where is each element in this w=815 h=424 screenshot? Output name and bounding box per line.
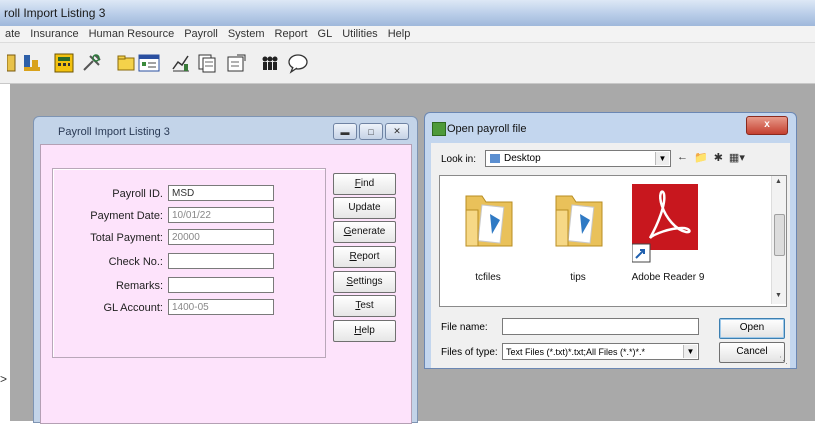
update-button[interactable]: Update [333,197,396,219]
new-folder-icon[interactable]: ✱ [714,151,723,164]
chart-icon[interactable] [169,51,193,75]
menu-bar: ate Insurance Human Resource Payroll System R… [0,26,815,43]
field-row-total-payment: Total Payment: 20000 [53,229,325,249]
menu-item-human-resource[interactable]: Human Resource [84,26,180,41]
scroll-thumb[interactable] [774,214,785,256]
arrow-icon: > [0,372,8,386]
chevron-down-icon[interactable]: ▼ [655,152,669,165]
help-button[interactable]: Help [333,320,396,342]
copy-icon[interactable] [195,51,219,75]
generate-button[interactable]: Generate [333,221,396,243]
resize-grip-icon[interactable]: ⋱ [779,355,788,366]
menu-item-payroll[interactable]: Payroll [179,26,223,41]
dialog-app-icon [432,122,446,136]
file-name-tips: tips [570,272,586,283]
maximize-button[interactable]: □ [359,123,383,140]
file-type-label: Files of type: [441,347,498,358]
back-icon[interactable]: ← [677,151,688,164]
menu-item-utilities[interactable]: Utilities [337,26,382,41]
field-row-check-no: Check No.: [53,253,325,273]
gl-account-input[interactable]: 1400-05 [168,299,274,315]
close-icon: ✕ [393,126,401,136]
dialog-title: Open payroll file [447,123,527,135]
dialog-body: Look in: Desktop ▼ ← 📁 ✱ ▦▾ tcfiles tips… [431,143,790,368]
gl-account-label: GL Account: [103,302,163,314]
calculator-icon[interactable] [52,51,76,75]
menu-item-system[interactable]: System [223,26,270,41]
close-button[interactable]: ✕ [385,123,409,140]
payroll-window-title: Payroll Import Listing 3 [58,126,170,138]
file-name-tcfiles: tcfiles [475,272,501,283]
up-folder-icon[interactable]: 📁 [694,151,708,164]
scroll-down-icon[interactable]: ▼ [775,292,782,299]
payment-date-label: Payment Date: [90,210,163,222]
open-file-dialog: Open payroll file x Look in: Desktop ▼ ←… [424,112,797,369]
report-button[interactable]: Report [333,246,396,268]
field-row-remarks: Remarks: [53,277,325,297]
menu-item-report[interactable]: Report [270,26,313,41]
file-name-input[interactable] [502,318,699,335]
check-no-input[interactable] [168,253,274,269]
view-menu-icon[interactable]: ▦▾ [729,151,745,164]
field-row-gl-account: GL Account: 1400-05 [53,299,325,319]
test-button[interactable]: Test [333,295,396,317]
menu-item-gl[interactable]: GL [313,26,338,41]
toolbar [0,43,815,84]
file-name-adobe-reader: Adobe Reader 9 [631,272,705,283]
total-payment-label: Total Payment: [90,232,163,244]
payroll-id-label: Payroll ID. [112,188,163,200]
adobe-reader-icon [632,184,698,263]
file-name-label: File name: [441,322,488,333]
payroll-fields-group: Payroll ID. MSD Payment Date: 10/01/22 T… [52,168,326,358]
menu-item-insurance[interactable]: Insurance [25,26,83,41]
check-no-label: Check No.: [108,256,163,268]
chevron-down-icon[interactable]: ▼ [683,345,697,358]
menu-item-help[interactable]: Help [383,26,416,41]
cancel-button[interactable]: Cancel [719,342,785,363]
close-icon: x [764,119,770,130]
tools-icon[interactable] [80,51,104,75]
desktop-icon [490,154,500,163]
open-button[interactable]: Open [719,318,785,339]
look-in-value: Desktop [504,153,541,164]
payroll-id-input[interactable]: MSD [168,185,274,201]
field-row-payroll-id: Payroll ID. MSD [53,185,325,205]
scroll-up-icon[interactable]: ▲ [775,178,782,185]
export-icon[interactable] [225,51,249,75]
payroll-form: Payroll ID. MSD Payment Date: 10/01/22 T… [40,144,412,424]
app-title: roll Import Listing 3 [4,6,106,20]
field-row-payment-date: Payment Date: 10/01/22 [53,207,325,227]
file-list: tcfiles tips Adobe Reader 9 ▲ ▼ [439,175,787,307]
form-icon[interactable] [137,51,161,75]
total-payment-input[interactable]: 20000 [168,229,274,245]
chat-icon[interactable] [286,51,310,75]
find-button[interactable]: Find [333,173,396,195]
window-controls: ▬ □ ✕ [333,123,409,140]
minimize-button[interactable]: ▬ [333,123,357,140]
remarks-label: Remarks: [115,280,163,292]
folder-icon [465,195,513,247]
file-type-select[interactable]: Text Files (*.txt)*.txt;All Files (*.*)*… [502,343,699,360]
remarks-input[interactable] [168,277,274,293]
settings-button[interactable]: Settings [333,271,396,293]
people-icon[interactable] [258,51,282,75]
maximize-icon: □ [368,126,374,137]
look-in-select[interactable]: Desktop ▼ [485,150,671,167]
folder-icon [555,195,603,247]
payroll-import-window: Payroll Import Listing 3 ▬ □ ✕ Payroll I… [33,116,418,424]
menu-item-date[interactable]: ate [0,26,25,41]
app-title-bar[interactable]: roll Import Listing 3 [0,0,815,27]
look-in-label: Look in: [441,154,477,165]
payment-date-input[interactable]: 10/01/22 [168,207,274,223]
folder-icon[interactable] [114,51,138,75]
dialog-close-button[interactable]: x [746,116,788,135]
dialog-nav-icons: ← 📁 ✱ ▦▾ [677,151,745,164]
file-list-scrollbar[interactable]: ▲ ▼ [771,176,786,304]
file-type-value: Text Files (*.txt)*.txt;All Files (*.*)*… [506,347,646,357]
minimize-icon: ▬ [340,126,350,137]
bank-icon[interactable] [20,51,44,75]
